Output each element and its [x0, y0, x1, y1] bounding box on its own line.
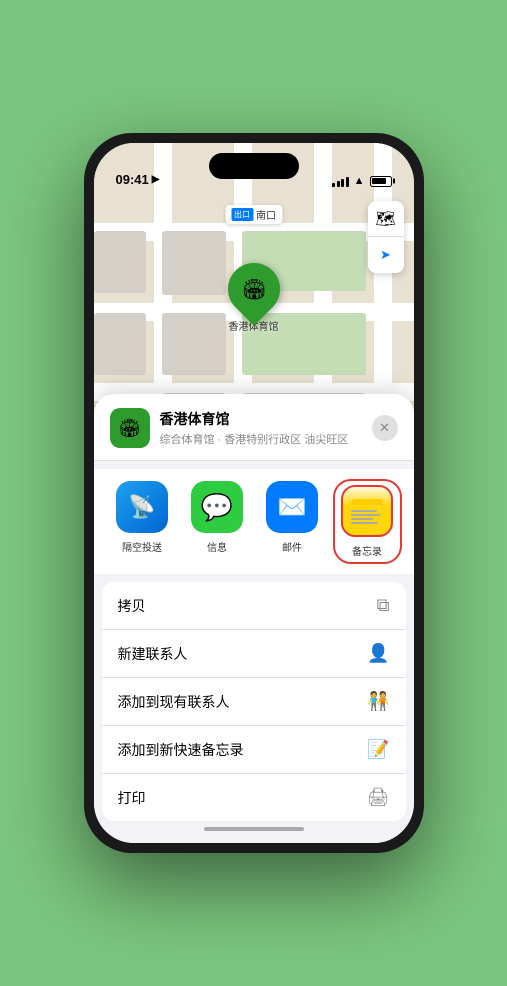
location-button[interactable]: ➤ [368, 237, 404, 273]
notes-icon [341, 485, 393, 537]
share-row: 📡 隔空投送 💬 信息 ✉️ 邮件 [94, 469, 414, 574]
map-controls: 🗺 ➤ [368, 201, 404, 273]
home-indicator [204, 827, 304, 831]
action-add-existing-contact[interactable]: 添加到现有联系人 🧑‍🤝‍🧑 [102, 678, 406, 726]
stadium-pin-icon: 🏟 [241, 277, 266, 302]
map-type-icon: 🗺 [375, 209, 395, 229]
notes-label: 备忘录 [352, 543, 382, 558]
messages-label: 信息 [207, 539, 227, 554]
action-new-contact[interactable]: 新建联系人 👤 [102, 630, 406, 678]
bottom-sheet: 🏟 香港体育馆 综合体育馆 · 香港特别行政区 油尖旺区 ✕ 📡 隔空投送 [94, 394, 414, 843]
location-icon: ➤ [380, 247, 391, 263]
copy-icon: ⧉ [377, 595, 390, 616]
mail-label: 邮件 [282, 539, 302, 554]
venue-header: 🏟 香港体育馆 综合体育馆 · 香港特别行政区 油尖旺区 ✕ [94, 394, 414, 461]
signal-bars-icon [332, 176, 349, 187]
action-new-contact-label: 新建联系人 [118, 644, 188, 664]
status-time: 09:41 ▶ [116, 172, 160, 187]
share-more[interactable]: ••• 更多 [410, 481, 414, 562]
action-add-existing-label: 添加到现有联系人 [118, 692, 230, 712]
stadium-marker: 🏟 香港体育馆 [228, 263, 280, 333]
status-icons: ▲ [332, 175, 391, 187]
location-badge: 出口 [231, 208, 253, 221]
wifi-icon: ▲ [354, 175, 365, 187]
share-airdrop[interactable]: 📡 隔空投送 [110, 481, 175, 562]
map-type-button[interactable]: 🗺 [368, 201, 404, 237]
action-list: 拷贝 ⧉ 新建联系人 👤 添加到现有联系人 🧑‍🤝‍🧑 添加到新快速备忘录 📝 … [102, 582, 406, 821]
venue-icon: 🏟 [110, 408, 150, 448]
mail-icon: ✉️ [266, 481, 318, 533]
messages-icon: 💬 [191, 481, 243, 533]
location-label: 出口 南口 [225, 205, 282, 224]
action-quick-note-label: 添加到新快速备忘录 [118, 740, 244, 760]
battery-icon [370, 176, 392, 187]
action-copy-label: 拷贝 [118, 596, 146, 616]
action-print-label: 打印 [118, 788, 146, 808]
quick-note-icon: 📝 [367, 739, 389, 760]
share-messages[interactable]: 💬 信息 [185, 481, 250, 562]
share-notes[interactable]: 备忘录 [335, 481, 400, 562]
airdrop-icon: 📡 [116, 481, 168, 533]
phone-frame: 09:41 ▶ ▲ [84, 133, 424, 853]
dynamic-island [209, 153, 299, 179]
venue-subtitle: 综合体育馆 · 香港特别行政区 油尖旺区 [160, 431, 362, 447]
add-contact-icon: 🧑‍🤝‍🧑 [367, 691, 389, 712]
action-copy[interactable]: 拷贝 ⧉ [102, 582, 406, 630]
close-button[interactable]: ✕ [372, 415, 398, 441]
airdrop-label: 隔空投送 [122, 539, 162, 554]
print-icon: 🖨 [367, 787, 390, 808]
venue-name: 香港体育馆 [160, 409, 362, 429]
new-contact-icon: 👤 [367, 643, 389, 664]
location-arrow-icon: ▶ [152, 174, 160, 185]
action-print[interactable]: 打印 🖨 [102, 774, 406, 821]
share-mail[interactable]: ✉️ 邮件 [260, 481, 325, 562]
action-add-quick-note[interactable]: 添加到新快速备忘录 📝 [102, 726, 406, 774]
phone-screen: 09:41 ▶ ▲ [94, 143, 414, 843]
